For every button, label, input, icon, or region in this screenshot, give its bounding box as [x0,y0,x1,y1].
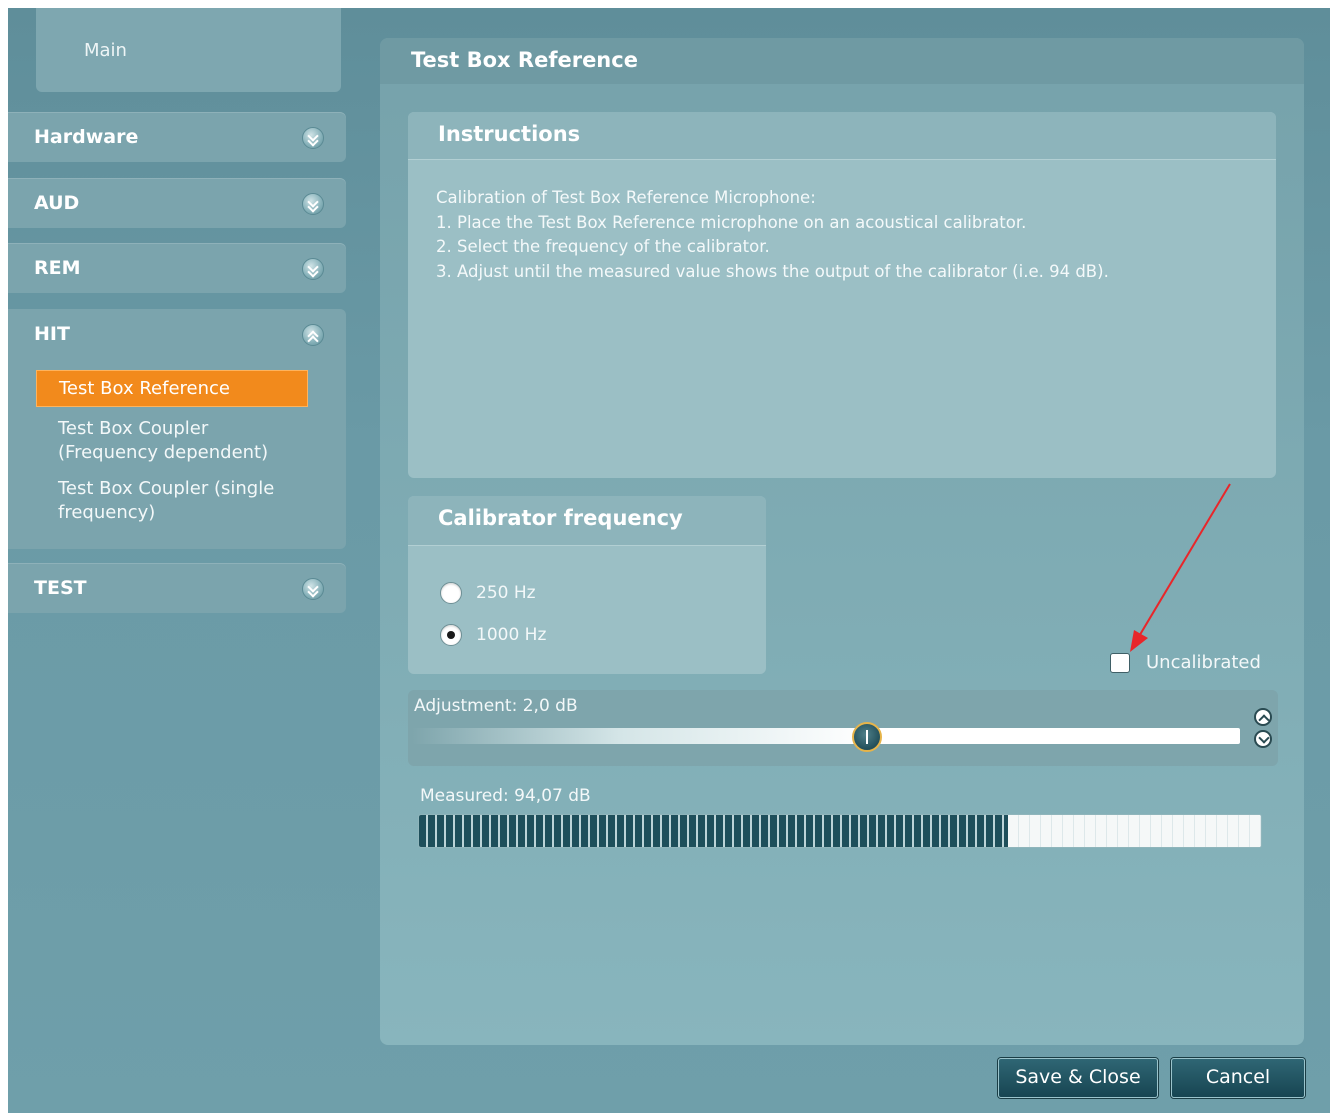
radio-label: 250 Hz [476,583,536,603]
sidebar-item-label: frequency) [58,502,156,523]
nav-main[interactable]: Main [36,8,341,92]
radio-250hz[interactable]: 250 Hz [440,580,536,606]
radio-1000hz[interactable]: 1000 Hz [440,622,546,648]
chevron-up-icon[interactable] [302,324,324,346]
sidebar-item-test-box-coupler-single-frequency[interactable]: Test Box Coupler (single frequency) [36,477,308,525]
radio-label: 1000 Hz [476,625,547,645]
adjustment-stepper[interactable] [1254,708,1274,752]
calibrator-frequency-box: Calibrator frequency 250 Hz 1000 Hz [408,496,766,674]
adjustment-slider-thumb[interactable] [852,722,882,752]
adjustment-control: Adjustment: 2,0 dB [408,690,1278,766]
instruction-line: 2. Select the frequency of the calibrato… [436,237,770,256]
sidebar-item-test-box-coupler-frequency-dependent[interactable]: Test Box Coupler (Frequency dependent) [36,417,308,465]
measured-level-meter [418,814,1262,848]
chevron-down-icon[interactable] [302,193,324,215]
chevron-down-icon[interactable] [302,258,324,280]
sidebar-item-label: Test Box Coupler (single [58,478,275,499]
nav-group-hit: HIT Test Box Reference Test Box Coupler … [8,309,346,549]
settings-window: Main Hardware AUD REM HIT Test Box Refer… [8,8,1330,1113]
sidebar-item-label: (Frequency dependent) [58,442,269,463]
nav-group-label: AUD [34,192,80,214]
panel-header: Test Box Reference [380,38,1304,84]
stepper-down-icon[interactable] [1254,730,1272,748]
nav-group-label: Hardware [34,126,139,148]
nav-group-label: TEST [34,577,87,599]
sidebar-item-label: Test Box Coupler [58,418,209,439]
instructions-box: Instructions Calibration of Test Box Ref… [408,112,1276,478]
nav-group-aud[interactable]: AUD [8,178,346,228]
nav-group-test[interactable]: TEST [8,563,346,613]
page-title: Test Box Reference [411,48,638,72]
instructions-text: Calibration of Test Box Reference Microp… [436,186,1109,284]
adjustment-slider-track[interactable] [412,728,1240,744]
instruction-line: 3. Adjust until the measured value shows… [436,261,1109,281]
nav-main-label: Main [84,40,127,61]
radio-button[interactable] [440,582,462,604]
instruction-line: Calibration of Test Box Reference Microp… [436,188,816,207]
cancel-button[interactable]: Cancel [1171,1058,1305,1098]
chevron-down-icon[interactable] [302,578,324,600]
uncalibrated-checkbox[interactable] [1110,652,1130,673]
nav-group-label: REM [34,257,81,279]
uncalibrated-label: Uncalibrated [1146,652,1261,673]
instructions-header: Instructions [408,112,1276,160]
chevron-down-icon[interactable] [302,127,324,149]
measured-label: Measured: 94,07 dB [420,786,591,806]
nav-group-hardware[interactable]: Hardware [8,112,346,162]
annotation-arrow-icon [1130,483,1231,652]
calibrator-frequency-title: Calibrator frequency [438,506,683,530]
nav-group-label[interactable]: HIT [34,323,70,345]
radio-button-selected[interactable] [440,624,462,646]
adjustment-label: Adjustment: 2,0 dB [414,696,578,716]
save-close-button[interactable]: Save & Close [998,1058,1158,1098]
instruction-line: 1. Place the Test Box Reference micropho… [436,212,1027,232]
stepper-up-icon[interactable] [1254,708,1272,726]
meter-empty [1008,815,1261,847]
nav-group-rem[interactable]: REM [8,243,346,293]
meter-fill [419,815,1008,847]
instructions-title: Instructions [438,122,581,146]
calibrator-frequency-header: Calibrator frequency [408,496,766,546]
uncalibrated-checkbox-row[interactable]: Uncalibrated [1110,652,1261,673]
sidebar-item-test-box-reference[interactable]: Test Box Reference [36,370,308,407]
